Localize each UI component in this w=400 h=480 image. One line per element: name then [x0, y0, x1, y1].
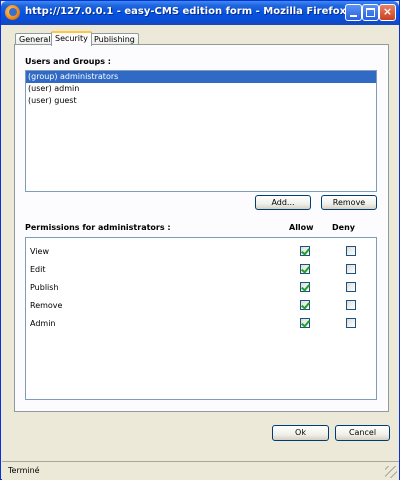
minimize-icon	[350, 15, 357, 17]
window-title: http://127.0.0.1 - easy-CMS edition form…	[25, 6, 347, 17]
permission-row-view: View	[26, 245, 376, 259]
deny-header: Deny	[332, 223, 355, 232]
deny-view-checkbox[interactable]	[346, 246, 356, 256]
allow-view-checkbox[interactable]	[300, 246, 310, 256]
permissions-list: View Edit Publish Remove Admin	[25, 237, 377, 400]
permission-label: Admin	[30, 319, 56, 328]
users-groups-label: Users and Groups :	[25, 57, 111, 66]
cancel-button[interactable]: Cancel	[335, 425, 390, 441]
list-item[interactable]: (user) admin	[26, 83, 376, 95]
allow-publish-checkbox[interactable]	[300, 282, 310, 292]
permission-label: View	[30, 247, 49, 256]
permission-row-edit: Edit	[26, 263, 376, 277]
status-bar: Terminé	[2, 461, 399, 480]
tab-security[interactable]: Security	[51, 31, 92, 46]
title-bar[interactable]: http://127.0.0.1 - easy-CMS edition form…	[1, 1, 399, 25]
status-text: Terminé	[8, 466, 40, 475]
permission-label: Edit	[30, 265, 46, 274]
allow-remove-checkbox[interactable]	[300, 300, 310, 310]
deny-admin-checkbox[interactable]	[346, 318, 356, 328]
users-groups-list[interactable]: (group) administrators (user) admin (use…	[25, 70, 377, 192]
permission-row-admin: Admin	[26, 317, 376, 331]
allow-header: Allow	[289, 223, 314, 232]
allow-edit-checkbox[interactable]	[300, 264, 310, 274]
permission-label: Publish	[30, 283, 59, 292]
close-button[interactable]: ×	[379, 4, 396, 21]
remove-button[interactable]: Remove	[321, 195, 377, 210]
permission-row-publish: Publish	[26, 281, 376, 295]
deny-edit-checkbox[interactable]	[346, 264, 356, 274]
firefox-icon	[5, 5, 20, 20]
list-item[interactable]: (group) administrators	[26, 71, 376, 83]
browser-window: http://127.0.0.1 - easy-CMS edition form…	[0, 0, 400, 480]
resize-grip-icon[interactable]	[385, 466, 397, 478]
permissions-label: Permissions for administrators :	[25, 223, 171, 232]
allow-admin-checkbox[interactable]	[300, 318, 310, 328]
permission-row-remove: Remove	[26, 299, 376, 313]
minimize-button[interactable]	[345, 4, 362, 21]
deny-remove-checkbox[interactable]	[346, 300, 356, 310]
permission-label: Remove	[30, 301, 63, 310]
deny-publish-checkbox[interactable]	[346, 282, 356, 292]
ok-button[interactable]: Ok	[272, 425, 329, 441]
close-icon: ×	[382, 5, 393, 18]
add-button[interactable]: Add...	[255, 195, 311, 210]
maximize-icon	[366, 8, 375, 17]
maximize-button[interactable]	[362, 4, 379, 21]
list-item[interactable]: (user) guest	[26, 95, 376, 107]
